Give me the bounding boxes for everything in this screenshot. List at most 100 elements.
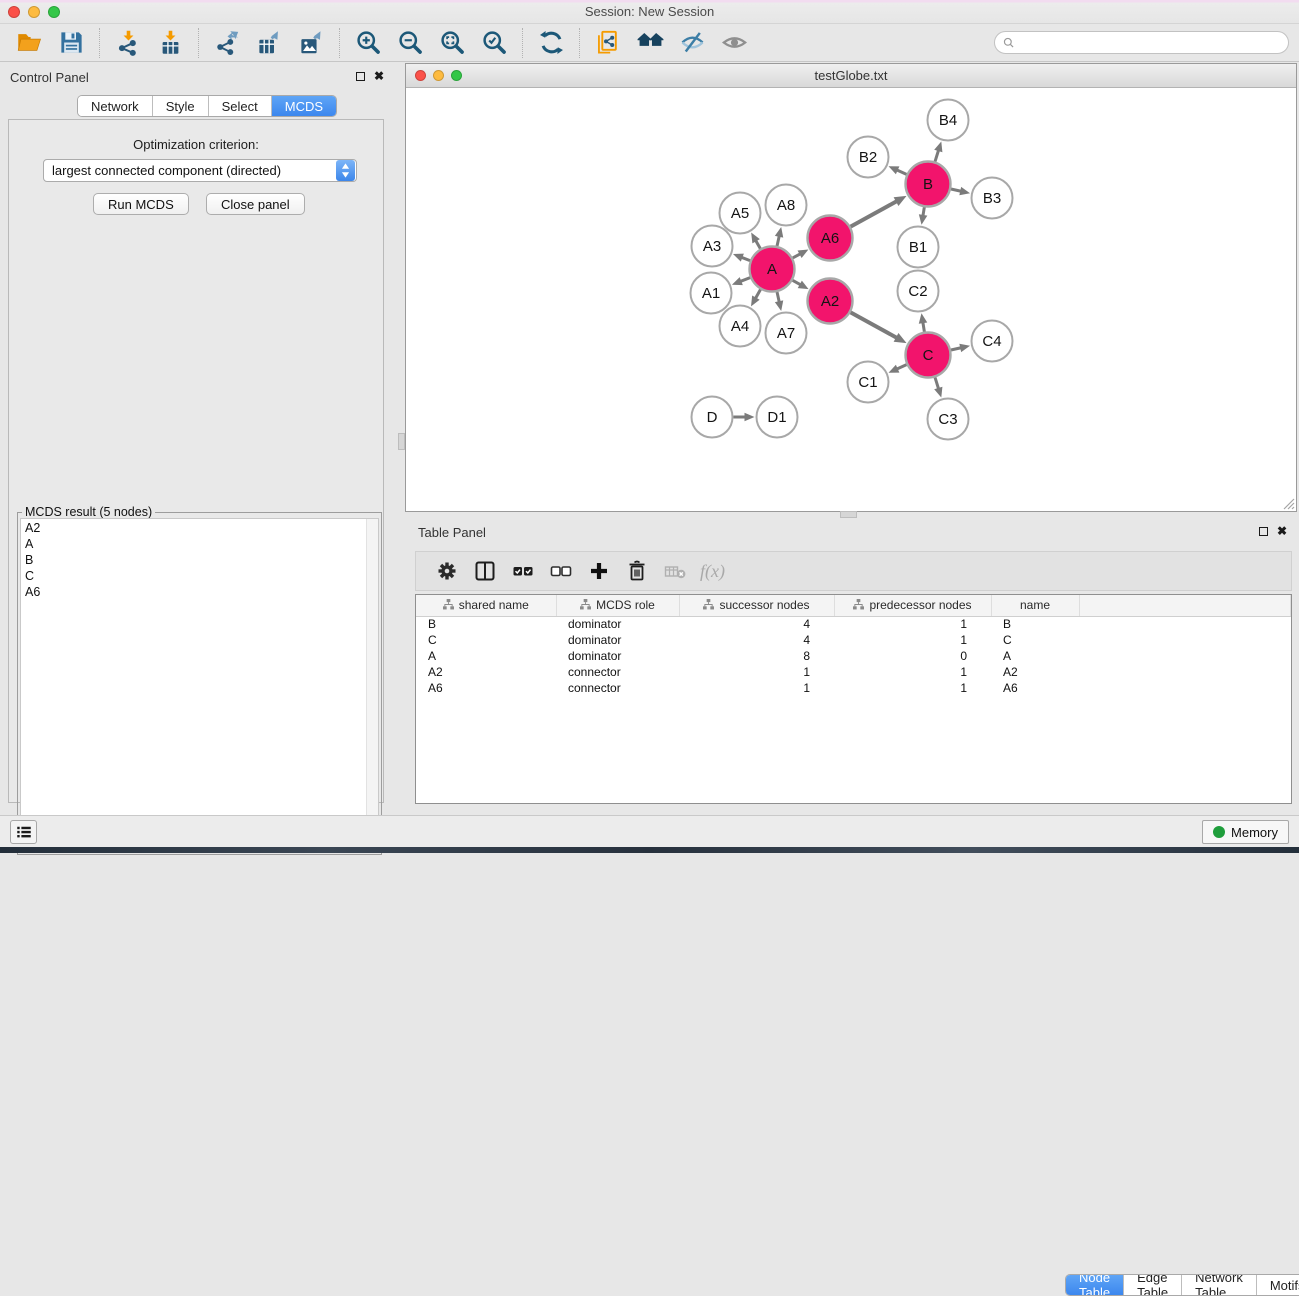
- cell-predecessor_nodes[interactable]: 0: [834, 648, 991, 664]
- cell-name[interactable]: A2: [991, 664, 1079, 680]
- import-network-icon[interactable]: [113, 28, 143, 58]
- search-input[interactable]: [1016, 36, 1288, 50]
- cell-shared_name[interactable]: A6: [416, 680, 556, 696]
- export-image-icon[interactable]: [296, 28, 326, 58]
- cell-shared_name[interactable]: B: [416, 616, 556, 632]
- cell-predecessor_nodes[interactable]: 1: [834, 680, 991, 696]
- select-all-columns-icon[interactable]: [506, 556, 540, 586]
- column-header-MCDS-role[interactable]: MCDS role: [556, 595, 679, 616]
- cell-mcds_role[interactable]: dominator: [556, 616, 679, 632]
- zoom-in-icon[interactable]: [353, 28, 383, 58]
- cell-name[interactable]: C: [991, 632, 1079, 648]
- vertical-splitter-handle[interactable]: [398, 433, 405, 450]
- cell-successor_nodes[interactable]: 8: [679, 648, 834, 664]
- cell-shared_name[interactable]: C: [416, 632, 556, 648]
- task-history-button[interactable]: [10, 820, 37, 844]
- refresh-icon[interactable]: [536, 28, 566, 58]
- graph-node-label: B3: [983, 190, 1001, 207]
- network-window-titlebar[interactable]: testGlobe.txt: [406, 64, 1296, 88]
- tab-motifs[interactable]: Motifs: [1257, 1275, 1299, 1295]
- show-all-icon[interactable]: [719, 28, 749, 58]
- float-table-panel-icon[interactable]: [1259, 527, 1268, 536]
- import-table-icon[interactable]: [155, 28, 185, 58]
- tab-select[interactable]: Select: [209, 96, 272, 116]
- graph-node-label: A5: [731, 205, 749, 222]
- network-graph-canvas[interactable]: B4B2BB3A5A8A6B1A3AC2A1A2A4A7C4CC1C3DD1: [406, 88, 1296, 511]
- delete-column-icon[interactable]: [620, 556, 654, 586]
- cell-name[interactable]: B: [991, 616, 1079, 632]
- mcds-result-item[interactable]: A2: [25, 520, 378, 536]
- float-panel-icon[interactable]: [356, 72, 365, 81]
- tab-network[interactable]: Network: [78, 96, 153, 116]
- column-header-shared-name[interactable]: shared name: [416, 595, 556, 616]
- cell-successor_nodes[interactable]: 4: [679, 616, 834, 632]
- mcds-result-item[interactable]: A: [25, 536, 378, 552]
- status-bar: Memory: [0, 815, 1299, 847]
- column-header-name[interactable]: name: [991, 595, 1079, 616]
- hide-selected-icon[interactable]: [677, 28, 707, 58]
- close-table-panel-icon[interactable]: ✖: [1277, 526, 1287, 536]
- home-layout-icon[interactable]: [635, 28, 665, 58]
- cell-mcds_role[interactable]: connector: [556, 664, 679, 680]
- mcds-result-item[interactable]: C: [25, 568, 378, 584]
- result-scrollbar[interactable]: [366, 519, 378, 851]
- table-row[interactable]: A6connector11A6: [416, 680, 1291, 696]
- memory-button[interactable]: Memory: [1202, 820, 1289, 844]
- open-file-icon[interactable]: [14, 28, 44, 58]
- cell-mcds_role[interactable]: connector: [556, 680, 679, 696]
- resize-grip-icon[interactable]: [1281, 496, 1295, 510]
- horizontal-splitter-handle[interactable]: [840, 511, 857, 518]
- edge-arrowhead: [775, 300, 783, 311]
- graph-node-label: C4: [982, 333, 1001, 350]
- tab-style[interactable]: Style: [153, 96, 209, 116]
- tab-node-table[interactable]: Node Table: [1066, 1275, 1124, 1295]
- memory-label: Memory: [1231, 825, 1278, 840]
- cell-name[interactable]: A6: [991, 680, 1079, 696]
- cell-name[interactable]: A: [991, 648, 1079, 664]
- edge-A2-C[interactable]: [851, 312, 898, 338]
- table-row[interactable]: Bdominator41B: [416, 616, 1291, 632]
- export-network-icon[interactable]: [212, 28, 242, 58]
- cell-mcds_role[interactable]: dominator: [556, 632, 679, 648]
- mcds-result-item[interactable]: A6: [25, 584, 378, 600]
- cell-predecessor_nodes[interactable]: 1: [834, 632, 991, 648]
- close-panel-button[interactable]: Close panel: [206, 193, 305, 215]
- graph-node-label: A8: [777, 197, 795, 214]
- tab-edge-table[interactable]: Edge Table: [1124, 1275, 1182, 1295]
- zoom-selected-icon[interactable]: [479, 28, 509, 58]
- cell-predecessor_nodes[interactable]: 1: [834, 616, 991, 632]
- table-settings-gear-icon[interactable]: [430, 556, 464, 586]
- cell-successor_nodes[interactable]: 1: [679, 680, 834, 696]
- create-new-column-icon[interactable]: [582, 556, 616, 586]
- tab-mcds[interactable]: MCDS: [272, 96, 336, 116]
- optimization-criterion-select[interactable]: largest connected component (directed): [43, 159, 357, 182]
- mcds-result-item[interactable]: B: [25, 552, 378, 568]
- show-column-panel-icon[interactable]: [468, 556, 502, 586]
- cell-shared_name[interactable]: A: [416, 648, 556, 664]
- cell-shared_name[interactable]: A2: [416, 664, 556, 680]
- deselect-all-columns-icon[interactable]: [544, 556, 578, 586]
- zoom-fit-icon[interactable]: [437, 28, 467, 58]
- cell-successor_nodes[interactable]: 1: [679, 664, 834, 680]
- save-session-icon[interactable]: [56, 28, 86, 58]
- node-table[interactable]: shared nameMCDS rolesuccessor nodesprede…: [415, 594, 1292, 804]
- search-box[interactable]: [994, 31, 1289, 54]
- tab-network-table[interactable]: Network Table: [1182, 1275, 1257, 1295]
- table-row[interactable]: Cdominator41C: [416, 632, 1291, 648]
- new-network-from-file-icon[interactable]: [593, 28, 623, 58]
- mcds-result-list[interactable]: A2ABCA6: [20, 518, 379, 852]
- export-table-icon[interactable]: [254, 28, 284, 58]
- cell-mcds_role[interactable]: dominator: [556, 648, 679, 664]
- cell-predecessor_nodes[interactable]: 1: [834, 664, 991, 680]
- column-header-predecessor-nodes[interactable]: predecessor nodes: [834, 595, 991, 616]
- close-panel-icon[interactable]: ✖: [374, 71, 384, 81]
- table-panel-tabs: Node TableEdge TableNetwork TableMotifs: [1065, 1274, 1299, 1296]
- run-mcds-button[interactable]: Run MCDS: [93, 193, 189, 215]
- node-table-header[interactable]: shared nameMCDS rolesuccessor nodesprede…: [416, 595, 1291, 616]
- cell-successor_nodes[interactable]: 4: [679, 632, 834, 648]
- edge-A6-B[interactable]: [851, 201, 898, 227]
- column-header-successor-nodes[interactable]: successor nodes: [679, 595, 834, 616]
- table-row[interactable]: Adominator80A: [416, 648, 1291, 664]
- zoom-out-icon[interactable]: [395, 28, 425, 58]
- table-row[interactable]: A2connector11A2: [416, 664, 1291, 680]
